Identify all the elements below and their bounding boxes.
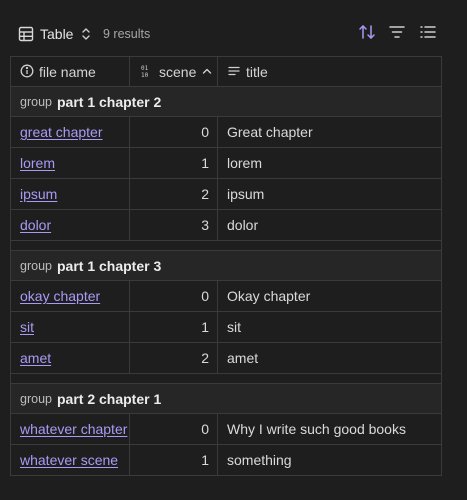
- column-header-scene[interactable]: 01 10 scene: [130, 57, 218, 87]
- cell-scene[interactable]: 1: [130, 445, 218, 475]
- group-name: part 1 chapter 2: [56, 93, 162, 110]
- text-lines-icon: [227, 64, 241, 81]
- group-spacer: [11, 241, 441, 251]
- file-link[interactable]: great chapter: [20, 124, 103, 140]
- file-link[interactable]: dolor: [20, 217, 51, 233]
- results-count: 9 results: [103, 27, 151, 41]
- group-prefix: group: [20, 94, 52, 109]
- column-label: file name: [39, 64, 96, 80]
- cell-file-name: amet: [11, 343, 130, 373]
- column-label: title: [246, 64, 268, 80]
- file-link[interactable]: whatever chapter: [20, 421, 127, 437]
- cell-file-name: great chapter: [11, 117, 130, 147]
- chevron-up-down-icon: [81, 27, 91, 41]
- view-label: Table: [40, 26, 74, 42]
- cell-file-name: whatever scene: [11, 445, 130, 475]
- file-link[interactable]: whatever scene: [20, 452, 118, 468]
- column-header-title[interactable]: title: [218, 57, 441, 87]
- column-label: scene: [159, 64, 197, 80]
- cell-title[interactable]: amet: [218, 343, 441, 373]
- cell-scene[interactable]: 1: [130, 148, 218, 178]
- filter-button[interactable]: [385, 22, 409, 46]
- group-header: group part 1 chapter 3: [11, 251, 441, 281]
- cell-title[interactable]: Why I write such good books: [218, 414, 441, 444]
- cell-file-name: ipsum: [11, 179, 130, 209]
- file-link[interactable]: sit: [20, 319, 34, 335]
- cell-file-name: lorem: [11, 148, 130, 178]
- table-row: whatever scene 1 something: [11, 445, 441, 476]
- cell-title[interactable]: something: [218, 445, 441, 475]
- group-prefix: group: [20, 391, 52, 406]
- table-row: okay chapter 0 Okay chapter: [11, 281, 441, 312]
- table-row: whatever chapter 0 Why I write such good…: [11, 414, 441, 445]
- cell-title[interactable]: sit: [218, 312, 441, 342]
- cell-scene[interactable]: 0: [130, 281, 218, 311]
- column-header-row: file name 01 10 scene title: [11, 57, 441, 87]
- cell-title[interactable]: dolor: [218, 210, 441, 240]
- group-spacer: [11, 374, 441, 384]
- cell-title[interactable]: Okay chapter: [218, 281, 441, 311]
- info-icon: [20, 64, 34, 81]
- cell-scene[interactable]: 2: [130, 179, 218, 209]
- cell-title[interactable]: ipsum: [218, 179, 441, 209]
- cell-scene[interactable]: 3: [130, 210, 218, 240]
- sort-button[interactable]: [355, 22, 379, 46]
- cell-scene[interactable]: 2: [130, 343, 218, 373]
- group-header: group part 2 chapter 1: [11, 384, 441, 414]
- data-table: file name 01 10 scene title group part 1…: [10, 56, 442, 476]
- group-header: group part 1 chapter 2: [11, 87, 441, 117]
- cell-scene[interactable]: 1: [130, 312, 218, 342]
- svg-text:10: 10: [141, 72, 149, 78]
- cell-file-name: okay chapter: [11, 281, 130, 311]
- cell-title[interactable]: Great chapter: [218, 117, 441, 147]
- number-icon: 01 10: [140, 64, 154, 81]
- table-row: dolor 3 dolor: [11, 210, 441, 241]
- svg-text:01: 01: [141, 65, 149, 72]
- file-link[interactable]: ipsum: [20, 186, 57, 202]
- file-link[interactable]: okay chapter: [20, 288, 100, 304]
- group-name: part 2 chapter 1: [56, 390, 162, 407]
- sort-arrows-icon: [358, 23, 376, 46]
- file-link[interactable]: lorem: [20, 155, 55, 171]
- cell-file-name: whatever chapter: [11, 414, 130, 444]
- table-row: ipsum 2 ipsum: [11, 179, 441, 210]
- properties-button[interactable]: [416, 22, 440, 46]
- table-row: sit 1 sit: [11, 312, 441, 343]
- cell-file-name: dolor: [11, 210, 130, 240]
- filter-icon: [388, 23, 406, 46]
- table-row: great chapter 0 Great chapter: [11, 117, 441, 148]
- group-name: part 1 chapter 3: [56, 257, 162, 274]
- cell-title[interactable]: lorem: [218, 148, 441, 178]
- view-switcher[interactable]: Table: [18, 24, 91, 44]
- file-link[interactable]: amet: [20, 350, 51, 366]
- column-header-file-name[interactable]: file name: [11, 57, 130, 87]
- table-row: lorem 1 lorem: [11, 148, 441, 179]
- cell-scene[interactable]: 0: [130, 414, 218, 444]
- table-icon: [18, 26, 34, 42]
- list-icon: [419, 23, 437, 46]
- group-prefix: group: [20, 258, 52, 273]
- cell-file-name: sit: [11, 312, 130, 342]
- cell-scene[interactable]: 0: [130, 117, 218, 147]
- table-row: amet 2 amet: [11, 343, 441, 374]
- sort-ascending-chevron-icon: [201, 64, 213, 80]
